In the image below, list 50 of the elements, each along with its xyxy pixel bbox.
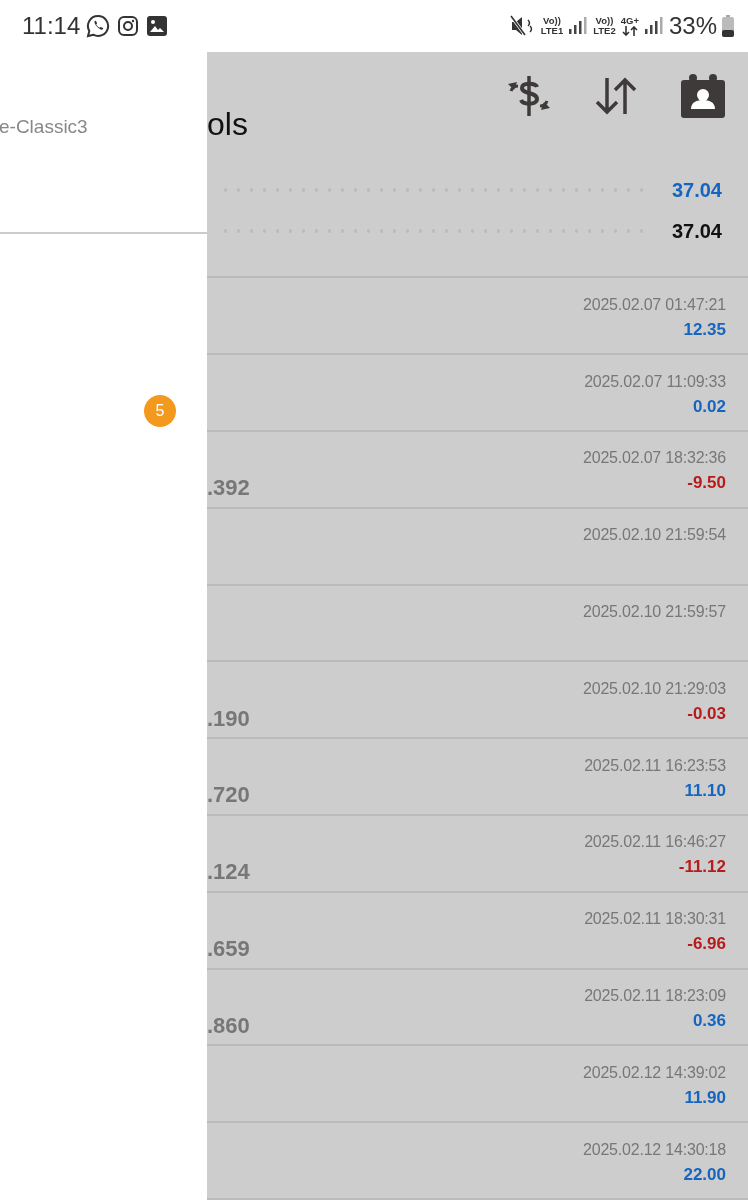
battery-percent: 33% [668,12,717,40]
trade-time: 2025.02.12 14:30:18 [583,1140,726,1160]
profit-value: 12.35 [682,318,726,341]
profit-value: 0.36 [691,1010,726,1032]
dollar-exchange-icon[interactable] [506,73,552,118]
profit-value: 0.02 [691,395,726,418]
profit-value: -9.50 [686,472,726,495]
battery-icon [722,15,734,37]
screen-title: ols [207,106,249,144]
trade-time: 2025.02.11 16:46:27 [584,833,726,853]
image-icon [146,15,169,37]
price-text: .190 [207,705,251,732]
trade-time: 2025.02.10 21:29:03 [583,679,726,699]
count-badge: 5 [144,395,176,427]
signal-icon [643,17,664,35]
trade-time: 2025.02.11 18:23:09 [584,987,726,1006]
trade-time: 2025.02.07 18:32:36 [583,449,726,469]
volte-label: Vo)) [543,16,561,26]
price-text: .860 [207,1012,251,1039]
signal-icon [568,17,589,35]
account-name[interactable]: e-Classic3 [0,52,207,166]
profit-value: -6.96 [686,933,726,956]
sort-arrows-icon[interactable] [594,75,638,116]
lte-label: LTE1 [540,26,564,36]
trade-time: 2025.02.11 18:30:31 [584,910,726,930]
trade-time: 2025.02.11 16:23:53 [584,756,726,776]
data-arrows-icon [621,26,638,36]
profit-value: 22.00 [682,1163,726,1186]
price-text: .392 [207,475,251,502]
profit-value: -11.12 [677,856,726,879]
profit-value: -0.03 [686,702,726,725]
camera-outline-icon [117,15,140,37]
profit-value: 11.90 [683,1086,726,1109]
balance-value: 37.04 [671,178,722,202]
price-text: .659 [207,935,251,962]
balance-value: 37.04 [671,219,722,243]
trade-time: 2025.02.12 14:39:02 [583,1063,726,1083]
contact-card-icon[interactable] [680,72,726,119]
trade-time: 2025.02.10 21:59:57 [583,603,726,623]
price-text: .720 [207,782,251,809]
profit-value: 11.10 [683,779,726,802]
volte-label: Vo)) [595,16,614,26]
trade-time: 2025.02.07 01:47:21 [583,295,726,315]
trade-time: 2025.02.10 21:59:54 [583,526,726,546]
trade-time: 2025.02.07 11:09:33 [584,372,726,392]
lte-label: LTE2 [593,26,616,36]
network-label: 4G+ [620,16,639,26]
phone-chat-icon [86,14,111,38]
status-time: 11:14 [22,12,81,40]
price-text: .124 [207,859,251,886]
